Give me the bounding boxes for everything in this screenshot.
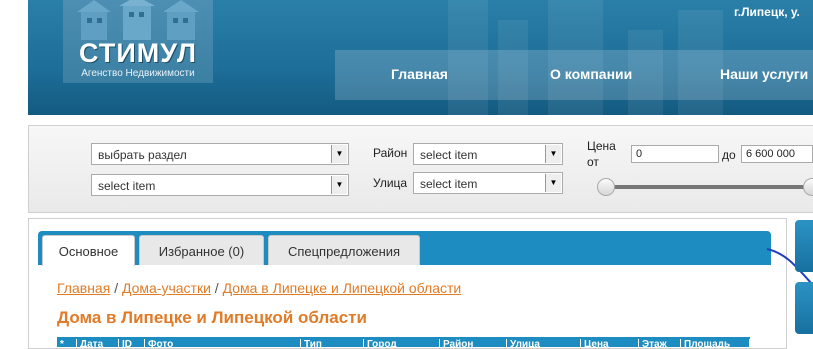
section-select-value: выбрать раздел: [98, 148, 187, 162]
price-to-label: до: [722, 148, 736, 162]
col-header-type[interactable]: Тип: [301, 339, 364, 347]
houses-logo-icon: [77, 0, 199, 40]
side-button-top[interactable]: [795, 220, 813, 272]
street-select[interactable]: select item ▼: [413, 172, 563, 194]
slider-min-handle[interactable]: [597, 178, 615, 196]
menu-item-services[interactable]: Наши услуги: [720, 66, 808, 82]
street-select-value: select item: [420, 177, 478, 191]
district-select[interactable]: select item ▼: [413, 143, 563, 165]
col-header-price[interactable]: Цена: [581, 339, 639, 347]
district-label: Район: [373, 146, 408, 160]
col-header-id[interactable]: ID: [119, 339, 145, 347]
tab-main[interactable]: Основное: [42, 235, 135, 266]
breadcrumb-separator: /: [214, 280, 219, 296]
price-range-slider[interactable]: [597, 178, 813, 196]
breadcrumb-home[interactable]: Главная: [57, 280, 110, 296]
district-select-value: select item: [420, 148, 478, 162]
type-select-value: select item: [98, 179, 156, 193]
breadcrumb-current[interactable]: Дома в Липецке и Липецкой области: [223, 280, 462, 296]
col-header-city[interactable]: Город: [364, 339, 440, 347]
logo-name: СТИМУЛ: [79, 38, 197, 68]
site-logo[interactable]: СТИМУЛ Агенство Недвижимости: [63, 0, 213, 83]
type-select[interactable]: select item ▼: [91, 174, 349, 196]
price-from-input[interactable]: [631, 145, 719, 163]
col-header-photo: Фото: [145, 339, 301, 347]
dropdown-arrow-icon: ▼: [545, 145, 561, 163]
price-label: Цена: [587, 139, 616, 153]
section-select[interactable]: выбрать раздел ▼: [91, 143, 349, 165]
main-menu: Главная О компании Наши услуги: [335, 50, 813, 100]
logo-subtitle: Агенство Недвижимости: [81, 68, 195, 79]
dropdown-arrow-icon: ▼: [331, 176, 347, 194]
col-header-street[interactable]: Улица: [507, 339, 581, 347]
menu-item-home[interactable]: Главная: [391, 66, 448, 82]
side-button-bottom[interactable]: [795, 282, 813, 334]
price-to-input[interactable]: [741, 145, 813, 163]
col-header-date[interactable]: Дата: [77, 339, 119, 347]
breadcrumb: Главная / Дома-участки / Дома в Липецке …: [57, 280, 461, 296]
page-title: Дома в Липецке и Липецкой области: [57, 308, 367, 327]
price-from-label: от: [587, 155, 599, 169]
search-filter-panel: [28, 125, 813, 213]
dropdown-arrow-icon: ▼: [331, 145, 347, 163]
street-label: Улица: [373, 176, 408, 190]
breadcrumb-houses-plots[interactable]: Дома-участки: [122, 280, 211, 296]
tab-favorites[interactable]: Избранное (0): [139, 235, 264, 265]
col-header-district[interactable]: Район: [440, 339, 507, 347]
col-header-select[interactable]: *: [57, 339, 77, 347]
col-header-area[interactable]: Площадь: [681, 339, 750, 347]
tab-special-offers[interactable]: Спецпредложения: [268, 235, 420, 265]
breadcrumb-separator: /: [114, 280, 119, 296]
col-header-floor[interactable]: Этаж: [639, 339, 681, 347]
listings-table-header: * Дата ID Фото Тип Город Район Улица Цен…: [57, 337, 750, 347]
header-address: г.Липецк, у.: [734, 5, 800, 19]
menu-item-about[interactable]: О компании: [550, 66, 632, 82]
dropdown-arrow-icon: ▼: [545, 174, 561, 192]
